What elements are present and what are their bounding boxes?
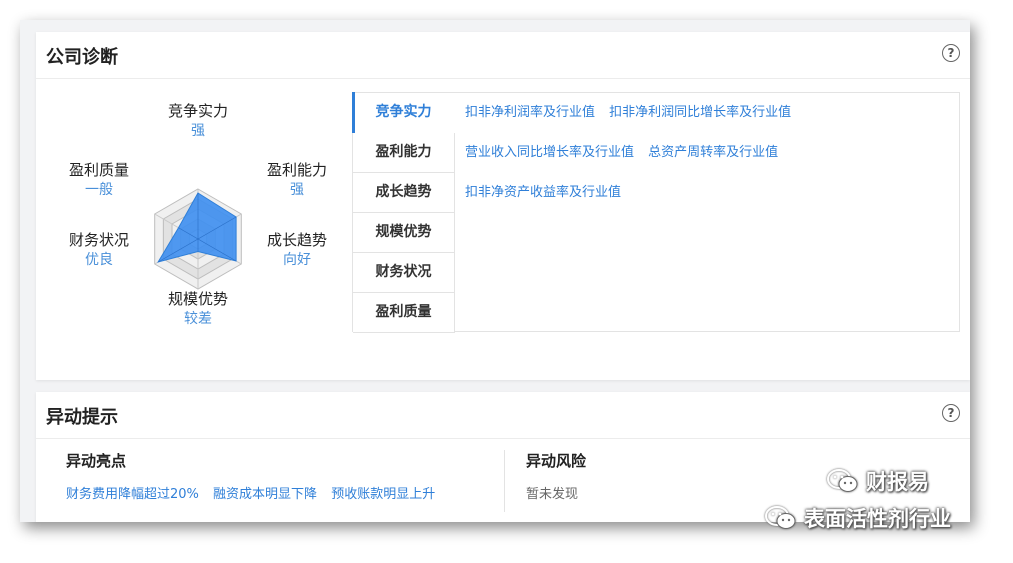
radar-label-value: 强	[290, 182, 304, 198]
watermark-line2: 表面活性剂行业	[764, 503, 951, 533]
metric-link[interactable]: 营业收入同比增长率及行业值	[465, 145, 634, 160]
radar-label-competition: 竞争实力 强	[153, 101, 243, 141]
tab-profitability[interactable]: 盈利能力	[353, 133, 455, 173]
tab-scale[interactable]: 规模优势	[353, 213, 455, 253]
screenshot-frame: 公司诊断 ? 竞争实力 强 盈利能力 强 成长趋势 向好 规模优势 较差 财务状	[20, 20, 970, 522]
watermark-text: 表面活性剂行业	[804, 507, 951, 531]
tab-quality[interactable]: 盈利质量	[353, 293, 455, 333]
link-row: 营业收入同比增长率及行业值 总资产周转率及行业值	[465, 133, 801, 173]
radar-label-scale: 规模优势 较差	[153, 289, 243, 329]
radar-label-financial: 财务状况 优良	[54, 230, 144, 270]
radar-label-value: 优良	[85, 252, 113, 268]
risks-none-text: 暂未发现	[526, 487, 579, 502]
tab-list: 竞争实力 盈利能力 成长趋势 规模优势 财务状况 盈利质量	[352, 92, 455, 333]
metric-link[interactable]: 扣非净利润率及行业值	[465, 105, 595, 120]
column-divider	[504, 450, 505, 512]
alerts-header: 异动提示 ?	[36, 392, 970, 439]
radar-label-growth: 成长趋势 向好	[252, 230, 342, 270]
highlights-title: 异动亮点	[66, 452, 127, 470]
risks-section: 异动风险 暂未发现	[526, 450, 586, 502]
radar-label-value: 向好	[283, 252, 311, 268]
radar-label-value: 一般	[85, 182, 113, 198]
diagnosis-card: 公司诊断 ? 竞争实力 强 盈利能力 强 成长趋势 向好 规模优势 较差 财务状	[36, 32, 970, 380]
radar-label-name: 成长趋势	[266, 231, 327, 249]
alerts-title: 异动提示	[46, 407, 118, 428]
radar-label-quality: 盈利质量 一般	[54, 160, 144, 200]
radar-label-name: 盈利质量	[68, 161, 129, 179]
metric-link[interactable]: 扣非净资产收益率及行业值	[465, 185, 621, 200]
watermark-line1: 财报易	[826, 466, 929, 496]
highlight-link[interactable]: 财务费用降幅超过20%	[66, 487, 199, 502]
risks-title: 异动风险	[526, 452, 587, 470]
radar-chart: 竞争实力 强 盈利能力 强 成长趋势 向好 规模优势 较差 财务状况 优良 盈利…	[36, 79, 356, 379]
wechat-icon	[765, 506, 796, 529]
tab-growth[interactable]: 成长趋势	[353, 173, 455, 213]
highlights-list: 财务费用降幅超过20% 融资成本明显下降 预收账款明显上升	[66, 483, 445, 502]
help-icon[interactable]: ?	[942, 44, 960, 62]
tab-financial[interactable]: 财务状况	[353, 253, 455, 293]
radar-label-name: 盈利能力	[266, 161, 327, 179]
wechat-icon	[827, 469, 858, 492]
radar-label-value: 强	[191, 123, 205, 139]
metric-link[interactable]: 扣非净利润同比增长率及行业值	[609, 105, 791, 120]
diagnosis-title: 公司诊断	[46, 47, 118, 68]
watermark-text: 财报易	[866, 470, 929, 494]
tab-competition[interactable]: 竞争实力	[352, 92, 455, 133]
diagnosis-tabs: 竞争实力 盈利能力 成长趋势 规模优势 财务状况 盈利质量 扣非净利润率及行业值…	[352, 92, 960, 333]
link-row: 扣非净资产收益率及行业值	[465, 173, 801, 213]
diagnosis-header: 公司诊断 ?	[36, 32, 970, 79]
radar-label-name: 财务状况	[68, 231, 129, 249]
metric-link[interactable]: 总资产周转率及行业值	[648, 145, 778, 160]
highlights-section: 异动亮点 财务费用降幅超过20% 融资成本明显下降 预收账款明显上升	[66, 450, 445, 502]
radar-label-name: 竞争实力	[167, 102, 228, 120]
radar-label-value: 较差	[184, 311, 212, 327]
radar-label-name: 规模优势	[167, 290, 228, 308]
highlight-link[interactable]: 预收账款明显上升	[331, 487, 435, 502]
link-row: 扣非净利润率及行业值 扣非净利润同比增长率及行业值	[465, 93, 801, 133]
help-icon[interactable]: ?	[942, 404, 960, 422]
radar-label-profitability: 盈利能力 强	[252, 160, 342, 200]
highlight-link[interactable]: 融资成本明显下降	[213, 487, 317, 502]
metric-links: 扣非净利润率及行业值 扣非净利润同比增长率及行业值 营业收入同比增长率及行业值 …	[465, 93, 801, 213]
